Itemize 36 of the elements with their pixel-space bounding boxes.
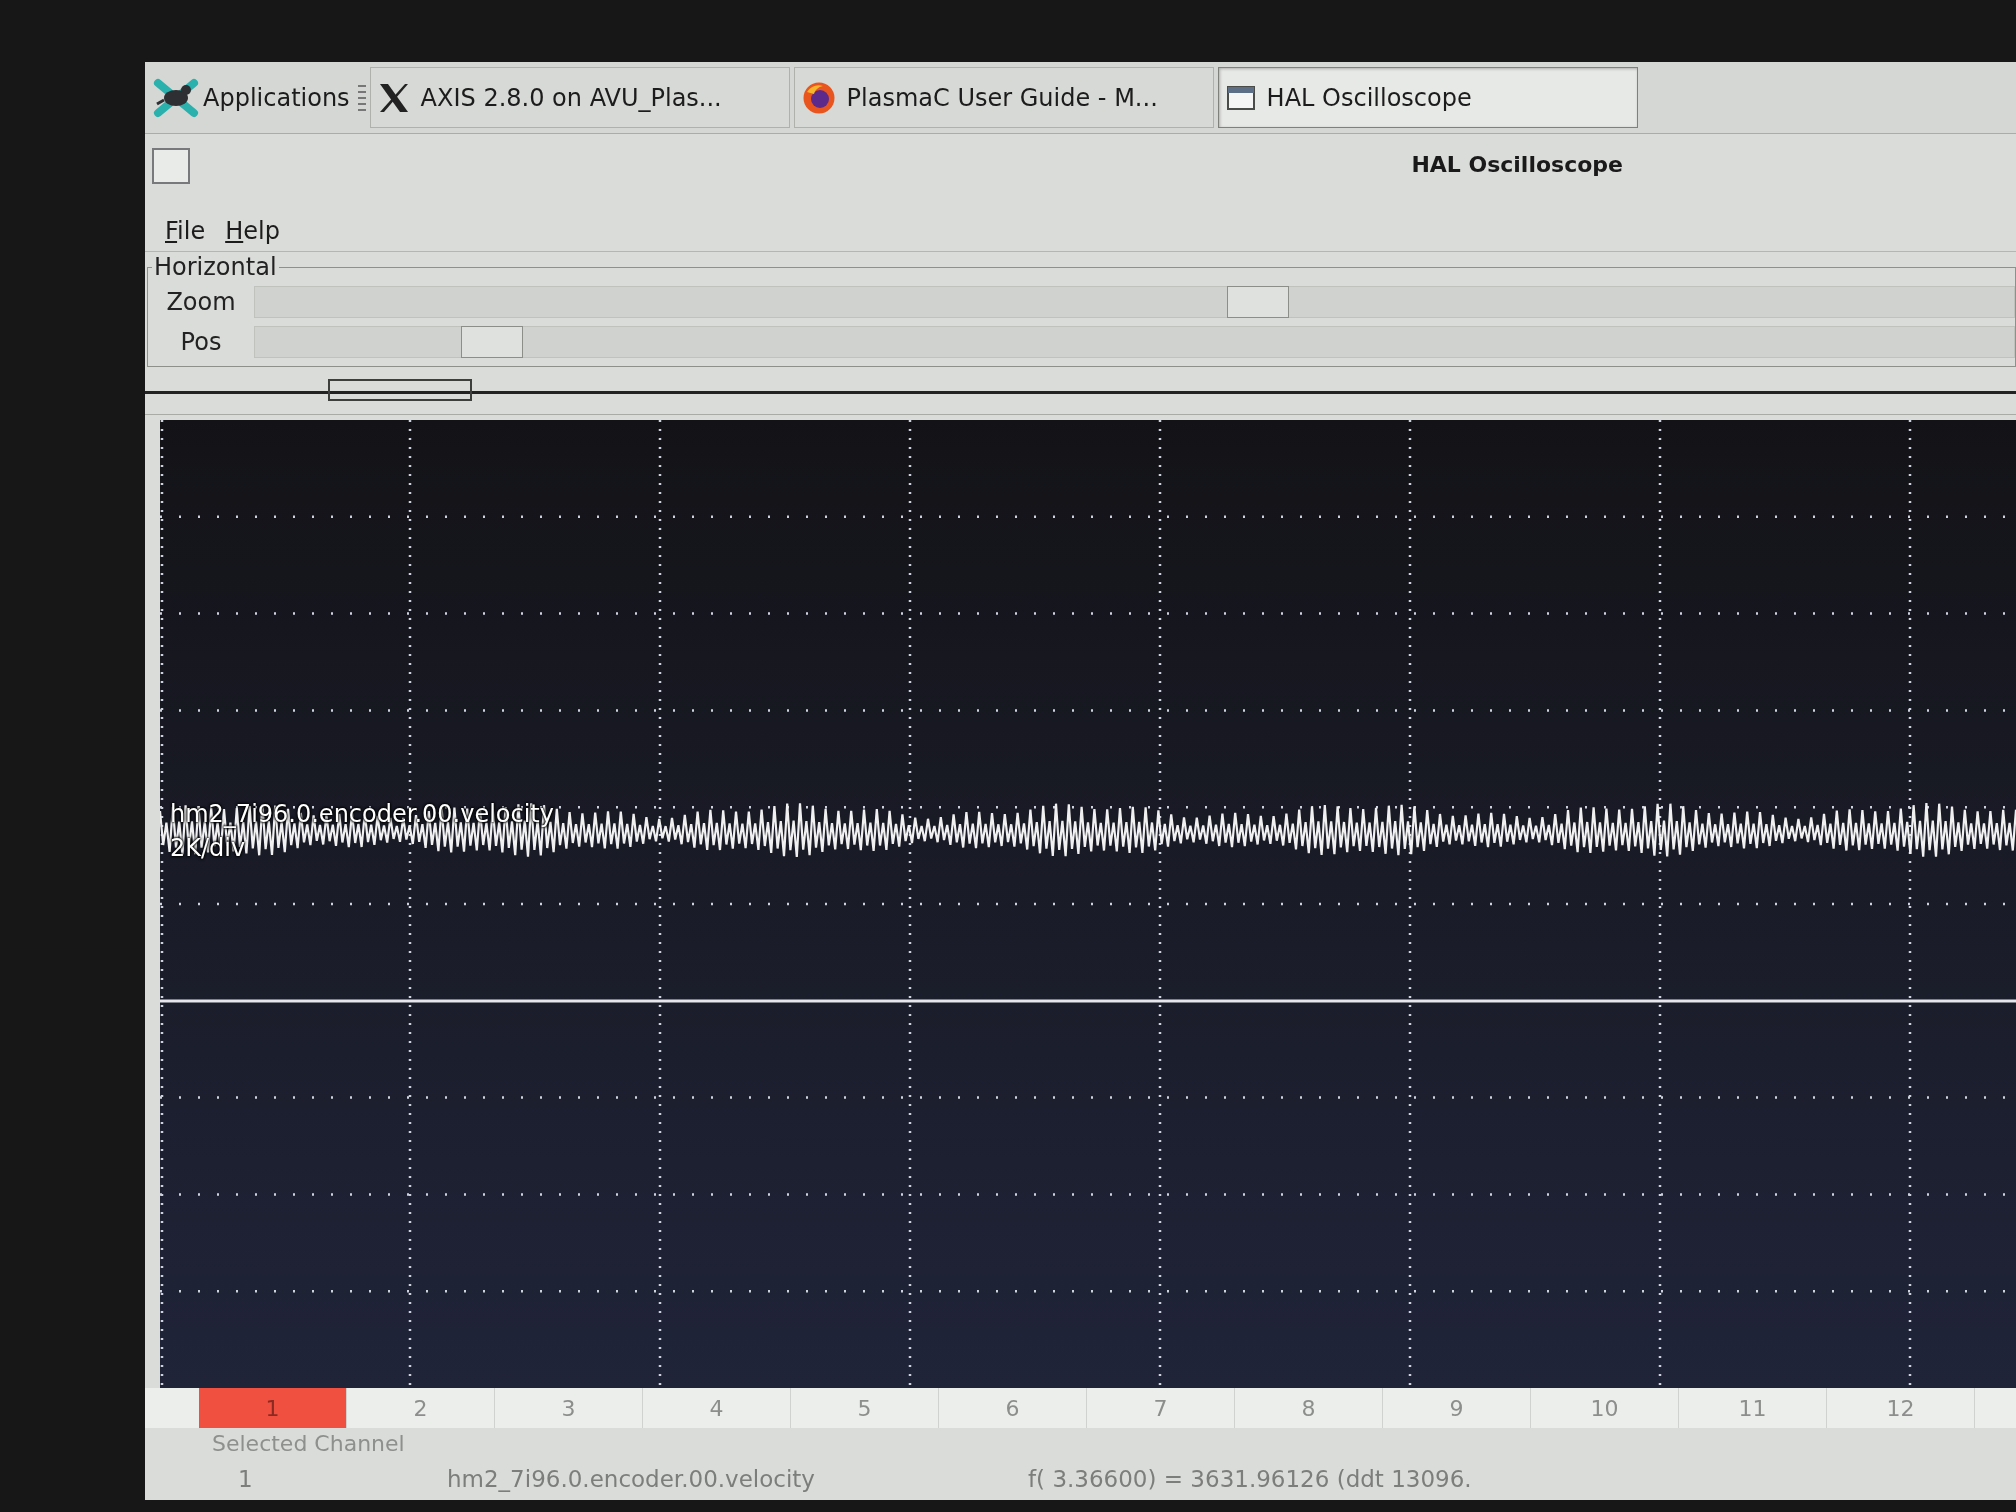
section-label: Selected Channel bbox=[212, 1429, 405, 1458]
channel-button[interactable]: 8 bbox=[1235, 1388, 1383, 1428]
window-icon bbox=[1226, 85, 1255, 110]
channel-button[interactable]: 2 bbox=[347, 1388, 495, 1428]
grip-icon bbox=[357, 84, 366, 111]
channel-button[interactable]: 9 bbox=[1383, 1388, 1531, 1428]
frame-title: Horizontal bbox=[153, 252, 278, 282]
mouse-icon bbox=[153, 77, 199, 118]
channel-number: 1 bbox=[238, 1464, 254, 1494]
slider-thumb[interactable] bbox=[1226, 286, 1289, 318]
channel-button[interactable]: 1 bbox=[199, 1388, 347, 1428]
applications-menu-button[interactable]: Applications bbox=[150, 67, 354, 128]
menu-item[interactable]: File bbox=[165, 212, 206, 249]
channel-button[interactable]: 5 bbox=[791, 1388, 939, 1428]
slider-thumb[interactable] bbox=[461, 326, 524, 358]
channel-name: hm2_7i96.0.encoder.00.velocity bbox=[447, 1464, 816, 1494]
channel-readout: f( 3.36600) = 3631.96126 (ddt 13096. bbox=[1028, 1464, 1472, 1494]
channel-button[interactable]: 6 bbox=[939, 1388, 1087, 1428]
channel-button[interactable]: 12 bbox=[1827, 1388, 1975, 1428]
slider-track[interactable] bbox=[254, 286, 2015, 318]
channel-button[interactable]: 11 bbox=[1679, 1388, 1827, 1428]
slider-track[interactable] bbox=[254, 326, 2015, 358]
channel-button[interactable]: 10 bbox=[1531, 1388, 1679, 1428]
channel-button[interactable]: 7 bbox=[1087, 1388, 1235, 1428]
channel-button[interactable]: 3 bbox=[495, 1388, 643, 1428]
globe-icon bbox=[802, 81, 835, 114]
window-title: HAL Oscilloscope bbox=[1411, 151, 1623, 179]
slider-label: Zoom bbox=[165, 287, 237, 318]
x-logo-icon bbox=[378, 82, 409, 113]
window-menu-button[interactable] bbox=[152, 148, 190, 184]
slider-label: Pos bbox=[179, 327, 223, 358]
task-button[interactable]: AXIS 2.8.0 on AVU_Plas... bbox=[369, 67, 790, 128]
task-button[interactable]: PlasmaC User Guide - M... bbox=[793, 67, 1214, 128]
task-button[interactable]: HAL Oscilloscope bbox=[1217, 67, 1638, 128]
channel-button[interactable]: 4 bbox=[643, 1388, 791, 1428]
menu-item[interactable]: Help bbox=[225, 212, 280, 249]
